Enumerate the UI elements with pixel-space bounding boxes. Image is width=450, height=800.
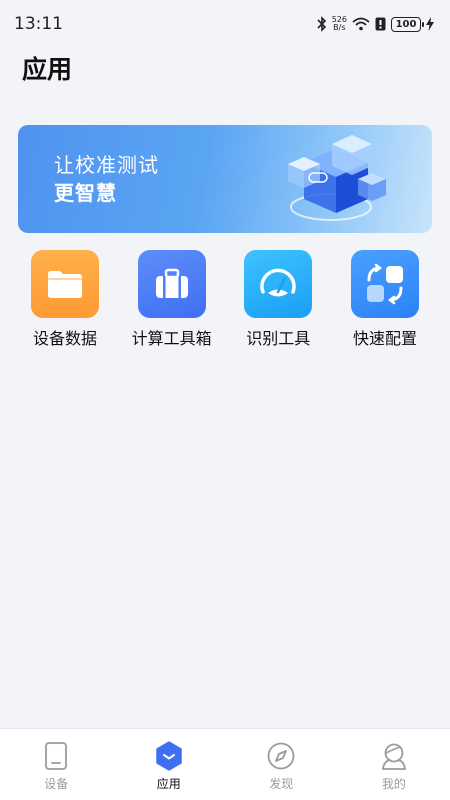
battery-level: 100 <box>395 18 417 30</box>
bluetooth-icon <box>317 16 327 32</box>
network-speed-unit: B/s <box>333 23 346 32</box>
app-label: 识别工具 <box>246 329 311 348</box>
banner-subheadline: 更智慧 <box>54 181 117 205</box>
app-calculation-toolbox[interactable]: 计算工具箱 <box>119 250 225 349</box>
status-bar: 13:11 526 B/s 100 <box>0 0 450 48</box>
alert-icon <box>375 17 386 31</box>
banner-headline: 让校准测试 <box>54 153 159 177</box>
status-time: 13:11 <box>14 14 63 34</box>
nav-item-device[interactable]: 设备 <box>0 729 112 792</box>
network-speed: 526 B/s <box>332 16 347 32</box>
nav-label: 设备 <box>44 777 69 791</box>
app-grid: 设备数据 计算工具箱 识别工具 快速配置 <box>12 250 438 349</box>
wifi-icon <box>352 17 370 31</box>
quick-config-icon <box>350 250 419 318</box>
charging-icon <box>426 17 434 31</box>
app-label: 快速配置 <box>352 329 417 348</box>
nav-item-profile[interactable]: 我的 <box>338 729 450 792</box>
toolbox-icon <box>137 250 206 318</box>
status-icons: 526 B/s 100 <box>317 16 434 32</box>
compass-icon <box>266 741 296 771</box>
nav-label: 发现 <box>269 777 294 791</box>
cube-illustration <box>276 129 396 233</box>
app-recognition-tool[interactable]: 识别工具 <box>225 250 331 349</box>
gauge-icon <box>244 250 313 318</box>
profile-icon <box>379 741 409 771</box>
apps-icon <box>154 741 184 771</box>
page-title: 应用 <box>22 55 73 84</box>
nav-item-apps[interactable]: 应用 <box>113 729 225 792</box>
app-quick-config[interactable]: 快速配置 <box>332 250 438 349</box>
app-label: 设备数据 <box>32 329 97 348</box>
app-label: 计算工具箱 <box>131 329 212 348</box>
nav-label: 我的 <box>381 777 406 791</box>
bottom-nav: 设备 应用 发现 我的 <box>0 728 450 800</box>
nav-item-discover[interactable]: 发现 <box>225 729 337 792</box>
device-icon <box>41 741 71 771</box>
promo-banner[interactable]: 让校准测试 更智慧 <box>18 125 432 233</box>
app-device-data[interactable]: 设备数据 <box>12 250 118 349</box>
folder-icon <box>31 250 99 318</box>
nav-label: 应用 <box>156 777 181 791</box>
battery-indicator: 100 <box>391 16 424 32</box>
